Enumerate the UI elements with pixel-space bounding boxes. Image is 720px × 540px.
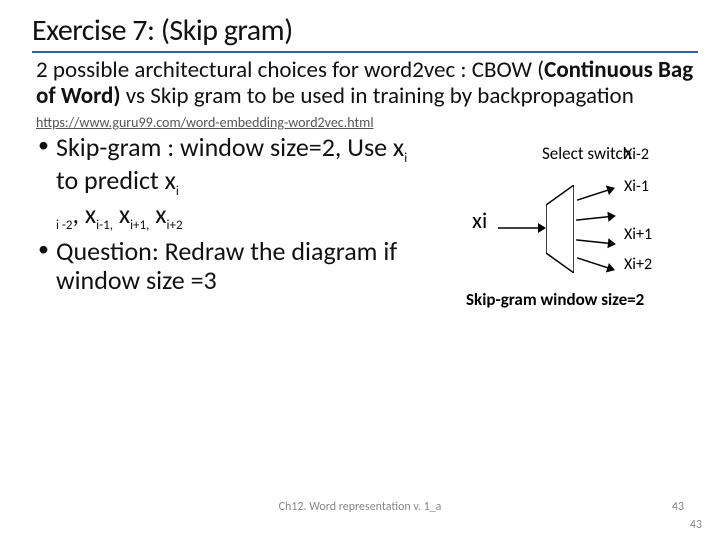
right-column: Select switch xi Xi-2 Xi-1 Xi+1 Xi+2 Ski…	[426, 133, 686, 329]
skipgram-diagram: Select switch xi Xi-2 Xi-1 Xi+1 Xi+2 Ski…	[426, 139, 676, 329]
sub-i: i	[404, 151, 407, 166]
out-label-1: Xi-2	[624, 145, 649, 164]
arrow-input	[498, 221, 546, 235]
sub-im1: i-1,	[96, 218, 113, 233]
sub-im2: i -2	[56, 218, 73, 233]
slide: Exercise 7: (Skip gram) 2 possible archi…	[0, 0, 720, 540]
out-label-4: Xi+2	[624, 255, 652, 274]
intro-paragraph: 2 possible architectural choices for wor…	[36, 57, 698, 110]
out-label-2: Xi-1	[624, 177, 649, 196]
tail-a: , x	[73, 198, 97, 230]
xi-label: xi	[472, 207, 487, 235]
page-number-a: 43	[672, 500, 684, 514]
reference-link[interactable]: https://www.guru99.com/word-embedding-wo…	[36, 114, 374, 131]
bullet-skipgram: Skip-gram : window size=2, Use xi to pre…	[38, 133, 426, 233]
left-column: Skip-gram : window size=2, Use xi to pre…	[36, 133, 426, 299]
sub-ip1: i+1,	[130, 218, 149, 233]
sub-ip2: i+2	[167, 218, 183, 233]
arrow-out-1	[575, 181, 617, 207]
arrow-out-3	[575, 233, 616, 251]
demux-shape	[546, 185, 574, 273]
diagram-caption: Skip-gram window size=2	[466, 289, 644, 310]
arrow-out-2	[575, 209, 616, 227]
select-switch-label: Select switch	[542, 145, 632, 163]
footer-text: Ch12. Word representation v. 1_a	[0, 500, 720, 514]
b1-a: Skip-gram : window size=2, Use x	[56, 131, 404, 163]
slide-title: Exercise 7: (Skip gram)	[32, 12, 698, 53]
intro-pre: 2 possible architectural choices for wor…	[36, 56, 544, 84]
intro-post: vs Skip gram to be used in training by b…	[121, 82, 634, 110]
arrow-out-4	[575, 251, 617, 277]
tail-c: x	[149, 198, 166, 230]
tail-b: x	[113, 198, 130, 230]
page-number-b: 43	[690, 518, 702, 532]
b1-b: to predict x	[56, 164, 176, 196]
body-row: Skip-gram : window size=2, Use xi to pre…	[36, 133, 698, 329]
bullet-question: Question: Redraw the diagram if window s…	[38, 237, 426, 294]
out-label-3: Xi+1	[624, 225, 652, 244]
